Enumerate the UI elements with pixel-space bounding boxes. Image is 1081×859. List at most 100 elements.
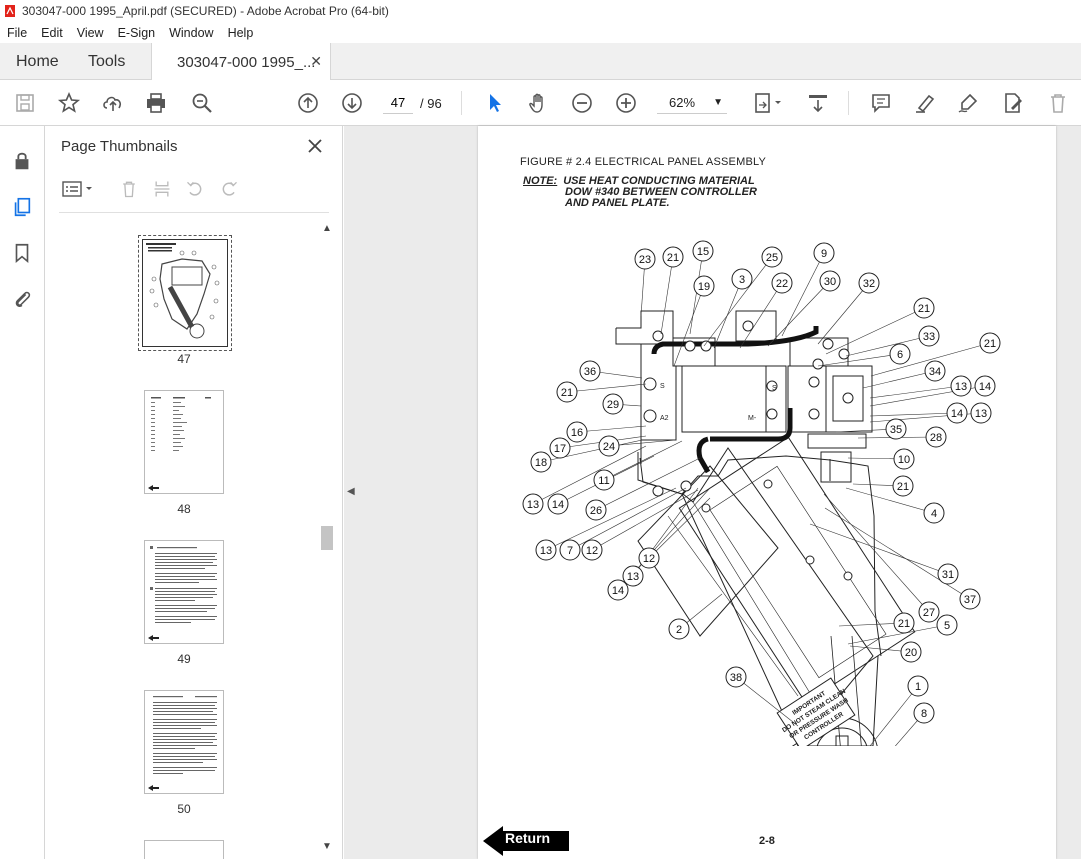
find-button[interactable] bbox=[187, 88, 217, 118]
callout-number: 5 bbox=[944, 620, 950, 632]
highlight-button[interactable] bbox=[910, 88, 940, 118]
print-button[interactable] bbox=[141, 88, 171, 118]
callout-leader bbox=[591, 489, 699, 551]
thumbnail-page-50[interactable] bbox=[144, 690, 224, 794]
thumbnail-label: 47 bbox=[177, 352, 191, 366]
edit-document-icon bbox=[1005, 93, 1022, 113]
callout-number: 12 bbox=[643, 553, 655, 565]
thumbnail-label: 49 bbox=[177, 652, 191, 666]
scroll-down-icon[interactable]: ▼ bbox=[322, 841, 332, 852]
callout-number: 15 bbox=[697, 246, 709, 258]
page-thumbnails-button[interactable] bbox=[9, 194, 35, 220]
callout-number: 10 bbox=[898, 454, 910, 466]
callout-number: 11 bbox=[598, 475, 609, 487]
menu-edit[interactable]: Edit bbox=[34, 26, 70, 40]
return-button[interactable]: Return bbox=[483, 826, 573, 856]
scroll-up-icon[interactable]: ▲ bbox=[322, 223, 332, 234]
upload-button[interactable] bbox=[98, 88, 128, 118]
callout-number: 1 bbox=[915, 681, 921, 693]
page-fit-button[interactable] bbox=[750, 88, 786, 118]
thumbnail-options-button[interactable] bbox=[59, 176, 97, 202]
attachments-button[interactable] bbox=[9, 286, 35, 312]
close-icon bbox=[308, 139, 322, 153]
terminal-label: S bbox=[772, 385, 777, 392]
callout-number: 17 bbox=[554, 443, 566, 455]
callout-number: 34 bbox=[929, 366, 941, 378]
tab-tools[interactable]: Tools bbox=[88, 43, 125, 80]
close-tab-icon[interactable]: ✕ bbox=[310, 53, 322, 70]
comment-button[interactable] bbox=[866, 88, 896, 118]
callout-number: 6 bbox=[897, 349, 903, 361]
thumbnail-page-47[interactable] bbox=[138, 235, 232, 351]
title-bar: 303047-000 1995_April.pdf (SECURED) - Ad… bbox=[0, 0, 1081, 22]
rotate-left-icon bbox=[187, 181, 202, 196]
callout-number: 32 bbox=[863, 278, 875, 290]
document-viewer[interactable]: ◀ FIGURE # 2.4 ELECTRICAL PANEL ASSEMBLY… bbox=[344, 126, 1081, 859]
minus-circle-icon bbox=[572, 93, 592, 113]
callout-leader bbox=[781, 252, 825, 337]
page-number-input[interactable] bbox=[383, 92, 413, 114]
hand-tool-button[interactable] bbox=[523, 88, 553, 118]
thumbnail-page-49[interactable] bbox=[144, 540, 224, 644]
thumbnail-label: 48 bbox=[177, 502, 191, 516]
callout-leader bbox=[735, 676, 799, 727]
callout-number: 22 bbox=[776, 278, 788, 290]
callout-number: 21 bbox=[897, 481, 909, 493]
thumbnail-page-51[interactable] bbox=[144, 840, 224, 859]
callout-leader bbox=[825, 307, 925, 355]
hand-icon bbox=[529, 93, 543, 113]
callout-number: 7 bbox=[567, 545, 573, 557]
menu-help[interactable]: Help bbox=[221, 26, 261, 40]
previous-page-button[interactable] bbox=[293, 88, 323, 118]
callout-number: 35 bbox=[890, 424, 902, 436]
rotate-right-button[interactable] bbox=[217, 176, 241, 202]
callout-number: 8 bbox=[921, 708, 927, 720]
rotate-left-button[interactable] bbox=[183, 176, 207, 202]
callout-number: 20 bbox=[905, 647, 917, 659]
next-page-button[interactable] bbox=[337, 88, 367, 118]
extract-pages-button[interactable] bbox=[150, 176, 174, 202]
tab-document[interactable]: 303047-000 1995_... ✕ bbox=[151, 43, 331, 81]
scroll-mode-button[interactable] bbox=[803, 88, 833, 118]
bookmark-star-button[interactable] bbox=[54, 88, 84, 118]
callout-number: 14 bbox=[612, 585, 624, 597]
scroll-icon bbox=[809, 95, 827, 113]
save-button[interactable] bbox=[10, 88, 40, 118]
callout-leader bbox=[713, 278, 743, 349]
callout-number: 24 bbox=[603, 441, 615, 453]
zoom-level-select[interactable]: 62% ▼ bbox=[657, 92, 727, 114]
callout-leader bbox=[869, 685, 919, 746]
comment-icon bbox=[872, 94, 890, 113]
callout-leader bbox=[862, 370, 936, 389]
plus-circle-icon bbox=[616, 93, 636, 113]
tab-home[interactable]: Home bbox=[16, 43, 59, 80]
callout-number: 12 bbox=[586, 545, 598, 557]
close-panel-button[interactable] bbox=[305, 136, 325, 156]
thumbnail-page-48[interactable] bbox=[144, 390, 224, 494]
callout-number: 21 bbox=[898, 618, 910, 630]
note-label: NOTE: bbox=[523, 175, 558, 187]
sign-button[interactable] bbox=[953, 88, 983, 118]
menu-window[interactable]: Window bbox=[162, 26, 220, 40]
zoom-in-button[interactable] bbox=[611, 88, 641, 118]
rotate-right-icon bbox=[222, 181, 237, 196]
menu-view[interactable]: View bbox=[70, 26, 111, 40]
collapse-panel-icon[interactable]: ◀ bbox=[347, 486, 355, 497]
bookmark-icon bbox=[15, 243, 29, 264]
scrollbar-thumb[interactable] bbox=[321, 526, 333, 550]
callout-number: 38 bbox=[730, 672, 742, 684]
security-button[interactable] bbox=[9, 148, 35, 174]
zoom-out-button[interactable] bbox=[567, 88, 597, 118]
bookmarks-button[interactable] bbox=[9, 240, 35, 266]
thumbnail-scrollbar[interactable]: ▲ ▼ bbox=[320, 221, 334, 857]
panel-title: Page Thumbnails bbox=[61, 138, 178, 155]
delete-button[interactable] bbox=[1043, 88, 1073, 118]
callout-leader bbox=[869, 385, 962, 399]
edit-button[interactable] bbox=[998, 88, 1028, 118]
select-tool-button[interactable] bbox=[480, 88, 510, 118]
callout-leader bbox=[660, 256, 674, 335]
menu-esign[interactable]: E-Sign bbox=[111, 26, 163, 40]
menu-file[interactable]: File bbox=[0, 26, 34, 40]
delete-pages-button[interactable] bbox=[117, 176, 141, 202]
panel-divider bbox=[59, 212, 329, 213]
